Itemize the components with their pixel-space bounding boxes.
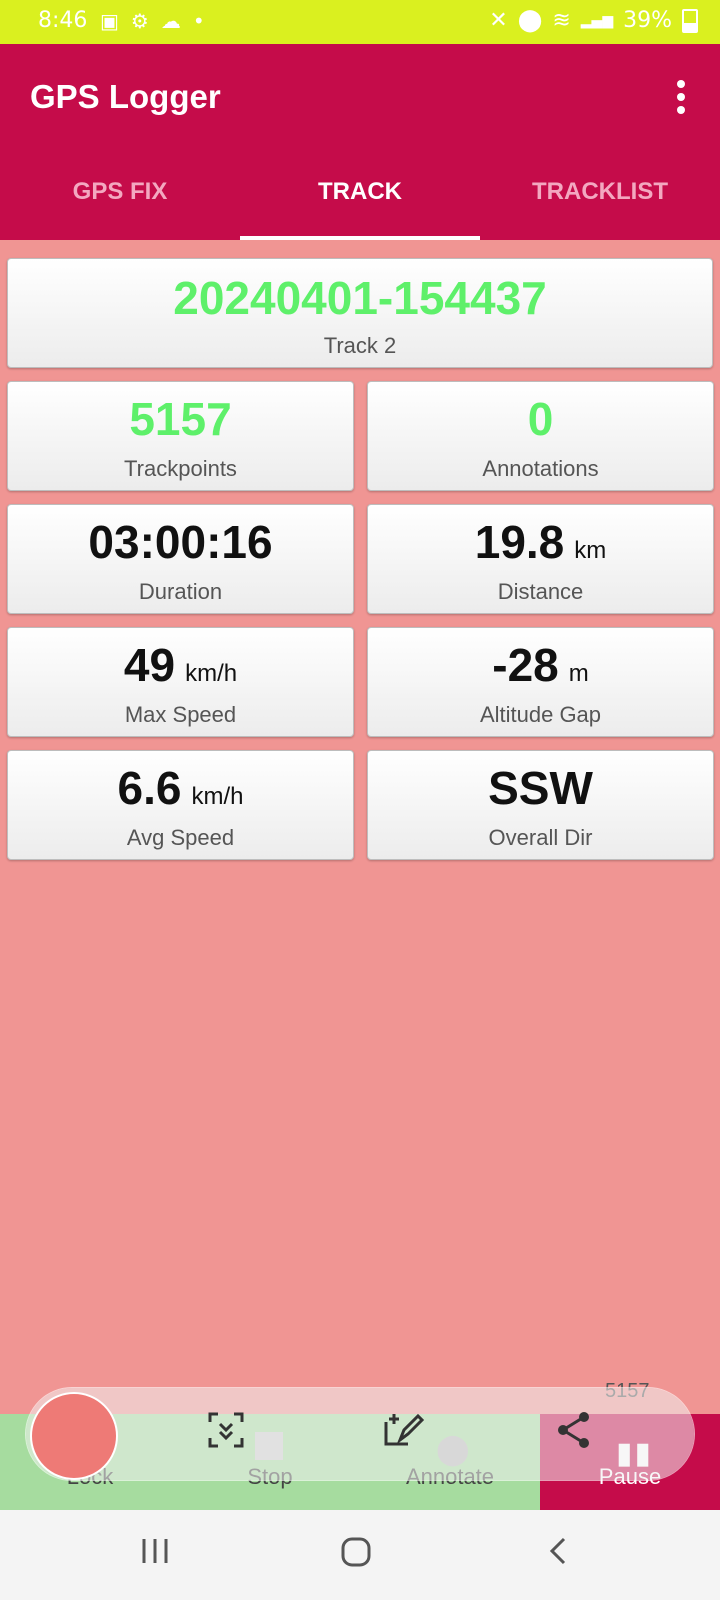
altitude-gap-card: -28 m Altitude Gap: [367, 627, 714, 737]
cloud-icon: ☁: [160, 9, 181, 33]
share-icon[interactable]: [556, 1410, 592, 1455]
max-speed-unit: km/h: [185, 660, 238, 687]
trackpoints-value: 5157: [129, 393, 232, 445]
max-speed-card: 49 km/h Max Speed: [7, 627, 354, 737]
app-bar: GPS Logger GPS FIX TRACK TRACKLIST: [0, 44, 720, 240]
edge-handle[interactable]: [30, 1392, 118, 1480]
duration-card: 03:00:16 Duration: [7, 504, 354, 614]
annotations-value: 0: [527, 393, 554, 445]
distance-card: 19.8 km Distance: [367, 504, 714, 614]
signal-icon: ▂▄▆: [580, 12, 614, 29]
mute-icon: ✕: [489, 8, 508, 33]
avg-speed-unit: km/h: [191, 783, 244, 810]
distance-label: Distance: [497, 579, 584, 604]
overall-dir-label: Overall Dir: [488, 825, 593, 850]
recent-apps-icon[interactable]: [140, 1536, 170, 1571]
avg-speed-value: 6.6: [117, 762, 182, 814]
tab-tracklist[interactable]: TRACKLIST: [480, 172, 720, 240]
status-bar: 8:46 ▣ ⚙ ☁ • ✕ ⬤ ≋ ▂▄▆ 39%: [0, 0, 720, 44]
overflow-menu-icon[interactable]: [676, 80, 686, 114]
tab-track[interactable]: TRACK: [240, 172, 480, 240]
max-speed-label: Max Speed: [124, 702, 237, 727]
system-nav-bar: [0, 1510, 720, 1600]
overall-dir-card: SSW Overall Dir: [367, 750, 714, 860]
altitude-gap-value: -28: [492, 639, 559, 691]
battery-icon: [682, 8, 698, 33]
floating-edge-panel[interactable]: [26, 1388, 694, 1480]
tab-gps-fix[interactable]: GPS FIX: [0, 172, 240, 240]
duration-label: Duration: [138, 579, 223, 604]
tab-bar: GPS FIX TRACK TRACKLIST: [0, 172, 720, 240]
sync-icon: ⚙: [130, 9, 149, 33]
track-name-value: 20240401-154437: [173, 272, 547, 324]
wifi-icon: ≋: [552, 8, 571, 33]
altitude-gap-label: Altitude Gap: [479, 702, 602, 727]
track-name-label: Track 2: [323, 333, 397, 358]
app-title: GPS Logger: [30, 78, 221, 115]
location-icon: ⬤: [517, 8, 543, 33]
back-icon[interactable]: [548, 1536, 570, 1571]
duration-value: 03:00:16: [88, 516, 273, 568]
dot-icon: •: [192, 9, 205, 33]
trackpoints-label: Trackpoints: [124, 456, 237, 481]
status-time: 8:46: [38, 8, 88, 33]
battery-text: 39%: [623, 8, 672, 33]
screen-write-icon[interactable]: [380, 1408, 425, 1457]
max-speed-value: 49: [123, 639, 176, 691]
annotations-card: 0 Annotations: [367, 381, 714, 491]
trackpoints-card: 5157 Trackpoints: [7, 381, 354, 491]
altitude-gap-unit: m: [568, 660, 589, 687]
annotations-label: Annotations: [482, 456, 599, 481]
track-name-card: 20240401-154437 Track 2: [7, 258, 713, 368]
avg-speed-label: Avg Speed: [126, 825, 235, 850]
distance-unit: km: [574, 537, 607, 564]
distance-value: 19.8: [474, 516, 565, 568]
avg-speed-card: 6.6 km/h Avg Speed: [7, 750, 354, 860]
gallery-icon: ▣: [100, 9, 119, 33]
home-icon[interactable]: [340, 1536, 372, 1573]
smart-select-icon[interactable]: [206, 1410, 246, 1455]
overall-dir-value: SSW: [488, 762, 593, 814]
